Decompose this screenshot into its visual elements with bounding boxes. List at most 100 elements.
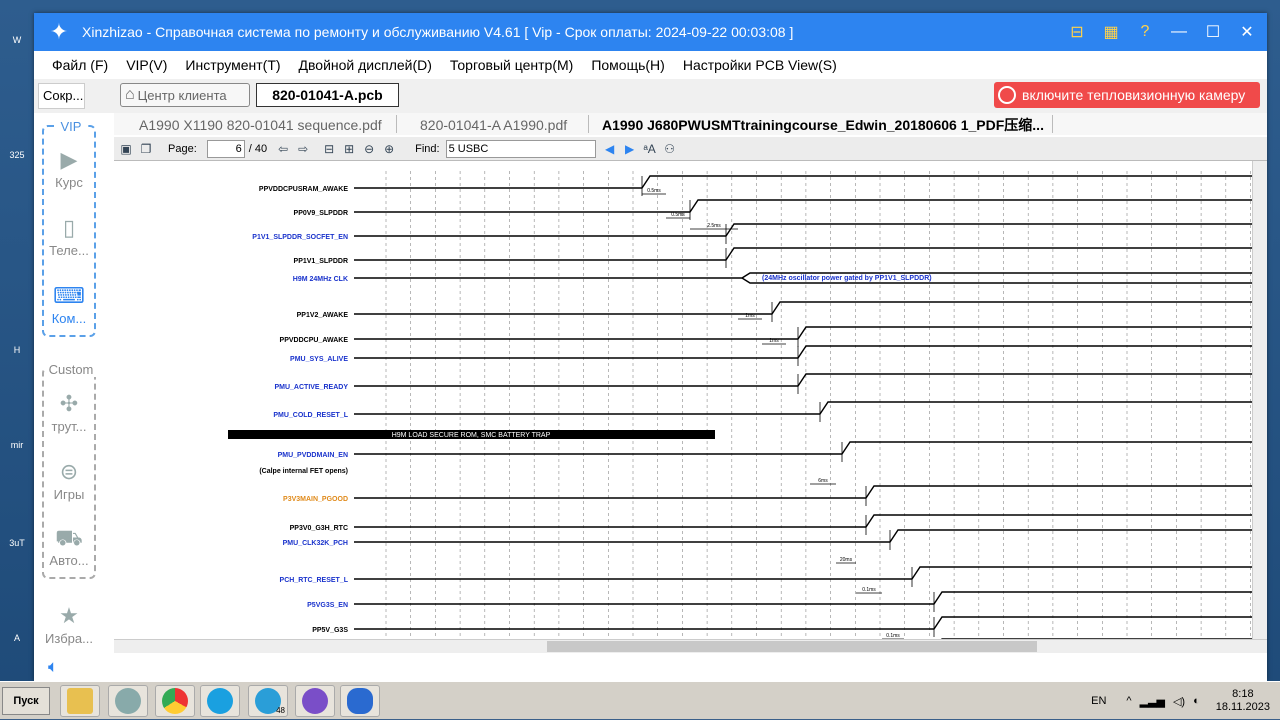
browser-app[interactable] [340, 685, 380, 717]
scroll-thumb[interactable] [547, 641, 1037, 652]
title-bar[interactable]: ✦ Xinzhizao - Справочная система по ремо… [34, 13, 1267, 51]
signal-trace [354, 401, 1252, 415]
viber-icon [302, 688, 328, 714]
signal-trace [354, 223, 1252, 237]
speaker-icon[interactable]: 🔈︎ [48, 657, 58, 677]
signal-trace [354, 326, 1252, 340]
calendar-icon[interactable]: ▦ [1101, 22, 1121, 42]
sidebar-item-label: Ком... [51, 311, 87, 326]
pcb-file-tab[interactable]: 820-01041-A.pcb [256, 83, 399, 107]
signal-label: PP0V9_SLPDDR [294, 210, 348, 217]
fit-width-icon[interactable]: ⊞ [341, 141, 357, 157]
sidebar-item-favorites[interactable]: ★ Избра... [34, 601, 104, 646]
find-prev-icon[interactable]: ◀ [602, 141, 618, 157]
doc-tab-board[interactable]: 820-01041-A A1990.pdf [420, 115, 567, 135]
horizontal-scrollbar[interactable] [114, 639, 1267, 653]
menu-file[interactable]: Файл (F) [52, 57, 108, 73]
pdf-viewer[interactable]: PPVDDCPUSRAM_AWAKE PP0V9_SLPDDR P1V1_SLPDD… [114, 161, 1252, 639]
viber-app[interactable] [295, 685, 335, 717]
doc-tab-training[interactable]: A1990 J680PWUSMTtrainingcourse_Edwin_201… [602, 115, 1044, 135]
menu-pcb-settings[interactable]: Настройки PCB View(S) [683, 57, 837, 73]
volume-icon[interactable]: ◁) [1173, 695, 1185, 708]
chrome-app[interactable] [155, 685, 195, 717]
tab-divider [588, 115, 589, 133]
timing-label: 0.5ms [647, 188, 661, 194]
doc-tab-sequence[interactable]: A1990 X1190 820-01041 sequence.pdf [139, 115, 382, 135]
telegram-app[interactable]: 48 [248, 685, 288, 717]
sidebar-item-computer[interactable]: ⌨ Ком... [34, 281, 104, 326]
page-input[interactable] [206, 139, 245, 158]
signal-label: H9M 24MHz CLK [293, 276, 348, 283]
signal-trace [354, 247, 1252, 261]
minimize-button[interactable]: — [1169, 22, 1189, 42]
window-title: Xinzhizao - Справочная система по ремонт… [82, 24, 794, 40]
menu-help[interactable]: Помощь(H) [591, 57, 665, 73]
menu-dual-display[interactable]: Двойной дисплей(D) [299, 57, 432, 73]
menu-shop[interactable]: Торговый центр(M) [450, 57, 573, 73]
vertical-scrollbar[interactable] [1252, 161, 1267, 639]
briefcase-icon[interactable]: ⊟ [1067, 22, 1087, 42]
desktop-icon[interactable]: H [0, 345, 34, 355]
find-next-icon[interactable]: ▶ [622, 141, 638, 157]
customer-center-button[interactable]: ⌂ Центр клиента [120, 83, 250, 107]
play-icon: ▶ [60, 147, 78, 172]
language-indicator[interactable]: EN [1091, 695, 1106, 707]
thermal-camera-button[interactable]: включите тепловизионную камеру [994, 82, 1260, 108]
menu-tools[interactable]: Инструмент(T) [185, 57, 280, 73]
fit-page-icon[interactable]: ⊟ [321, 141, 337, 157]
skype-app[interactable] [200, 685, 240, 717]
network-icon[interactable]: ▂▃▅ [1140, 695, 1165, 708]
wifi-icon[interactable]: ◐ [1193, 695, 1200, 707]
prev-page-icon[interactable]: ⇦ [275, 141, 291, 157]
skype-icon [207, 688, 233, 714]
match-case-icon[interactable]: ᵃA [642, 141, 658, 157]
zoom-in-icon[interactable]: ⊕ [381, 141, 397, 157]
gamepad-icon: ⊜ [59, 459, 79, 484]
sidebar-item-games[interactable]: ⊜ Игры [34, 457, 104, 502]
folder-icon [67, 688, 93, 714]
laptop-icon: ⌨ [53, 283, 85, 308]
collapse-button[interactable]: Сокр... [38, 83, 85, 109]
sidebar: VIP ▶ Курс ▯ Теле... ⌨ Ком... Custom ✣ т… [34, 113, 106, 653]
signal-label: PP3V0_G3H_RTC [290, 525, 348, 532]
drone-icon: ✣ [59, 391, 79, 416]
pdf-toolbar: ▣ ❐ Page: / 40 ⇦ ⇨ ⊟ ⊞ ⊖ ⊕ Find: ◀ ▶ ᵃA … [114, 137, 1267, 161]
timing-label: 0.1ms [862, 587, 876, 593]
help-icon[interactable]: ? [1135, 22, 1155, 42]
desktop-icon[interactable]: 325 [0, 150, 34, 160]
timing-label: 20ms [840, 557, 853, 563]
sidebar-item-label: Курс [55, 175, 83, 190]
find-input[interactable] [445, 139, 596, 158]
signal-trace [354, 199, 1252, 213]
sidebar-item-label: Избра... [45, 631, 93, 646]
sidebar-item-course[interactable]: ▶ Курс [34, 145, 104, 190]
file-manager-app[interactable] [60, 685, 100, 717]
next-page-icon[interactable]: ⇨ [295, 141, 311, 157]
menu-vip[interactable]: VIP(V) [126, 57, 167, 73]
signal-trace [354, 616, 1252, 630]
desktop-icon[interactable]: A [0, 633, 34, 643]
start-button[interactable]: Пуск [2, 687, 50, 715]
system-tray: EN ^ ▂▃▅ ◁) ◐ 8:18 18.11.2023 [1091, 682, 1270, 720]
desktop-icon[interactable]: W [0, 35, 34, 45]
zoom-out-icon[interactable]: ⊖ [361, 141, 377, 157]
copy-icon[interactable]: ❐ [138, 141, 154, 157]
chevron-up-icon[interactable]: ^ [1126, 695, 1131, 707]
maximize-button[interactable]: ☐ [1203, 22, 1223, 42]
vip-label: VIP [56, 119, 86, 134]
find-label: Find: [415, 142, 440, 155]
sidebar-item-drone[interactable]: ✣ трут... [34, 389, 104, 434]
signal-label: P1V1_SLPDDR_SOCFET_EN [252, 234, 348, 241]
clock-note: (24MHz oscillator power gated by PP1V1_S… [762, 275, 932, 282]
signal-label: (Calpe internal FET opens) [259, 468, 348, 475]
close-button[interactable]: ✕ [1237, 22, 1257, 42]
signal-label: P5VG3S_EN [307, 602, 348, 609]
tab-divider [396, 115, 397, 133]
binoculars-icon[interactable]: ⚇ [662, 141, 678, 157]
desktop-icon[interactable]: 3uT [0, 538, 34, 548]
sidebar-item-auto[interactable]: ⛟ Авто... [34, 523, 104, 568]
desktop-icon[interactable]: mir [0, 440, 34, 450]
sidebar-item-phone[interactable]: ▯ Теле... [34, 213, 104, 258]
xinzhizao-app[interactable] [108, 685, 148, 717]
save-icon[interactable]: ▣ [118, 141, 134, 157]
